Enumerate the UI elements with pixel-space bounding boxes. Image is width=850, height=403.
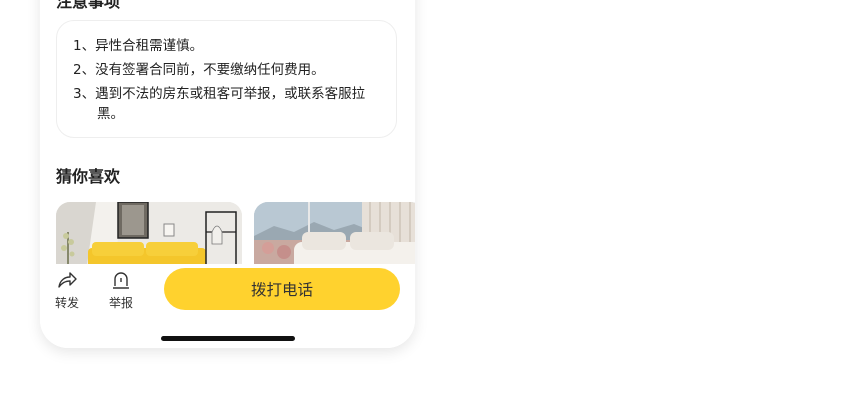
- report-label: 举报: [108, 296, 133, 310]
- notice-number: 2、: [73, 62, 96, 78]
- notice-text: 没有签署合同前，不要缴纳任何费用。: [95, 62, 325, 78]
- notice-item: 2、没有签署合同前，不要缴纳任何费用。: [73, 60, 325, 80]
- call-phone-button[interactable]: 拨打电话: [164, 268, 400, 310]
- room-photo-white-sofa: [254, 202, 415, 272]
- report-button[interactable]: 举报: [101, 270, 141, 311]
- notice-text: 遇到不法的房东或租客可举报，或联系客服拉黑。: [95, 86, 366, 122]
- guess-you-like-title: 猜你喜欢: [56, 167, 121, 186]
- section-title: 注意事项: [56, 0, 121, 11]
- notice-number: 3、: [73, 86, 96, 102]
- room-photo-yellow-sofa: [56, 202, 242, 272]
- notice-item: 1、异性合租需谨慎。: [73, 36, 203, 56]
- notice-number: 1、: [73, 38, 96, 54]
- recommendation-card[interactable]: [56, 202, 242, 272]
- notice-item: 3、遇到不法的房东或租客可举报，或联系客服拉黑。: [73, 84, 383, 124]
- forward-button[interactable]: 转发: [47, 270, 87, 311]
- alarm-light-icon: [113, 272, 129, 289]
- notice-card: 1、异性合租需谨慎。 2、没有签署合同前，不要缴纳任何费用。 3、遇到不法的房东…: [56, 20, 397, 138]
- home-indicator: [161, 336, 295, 341]
- notice-text: 异性合租需谨慎。: [95, 38, 204, 54]
- forward-label: 转发: [54, 296, 79, 310]
- bottom-action-bar: 转发 举报 拨打电话: [40, 264, 415, 348]
- recommendation-card[interactable]: [254, 202, 415, 272]
- share-arrow-icon: [58, 272, 77, 288]
- phone-screen: 注意事项 1、异性合租需谨慎。 2、没有签署合同前，不要缴纳任何费用。 3、遇到…: [40, 0, 415, 348]
